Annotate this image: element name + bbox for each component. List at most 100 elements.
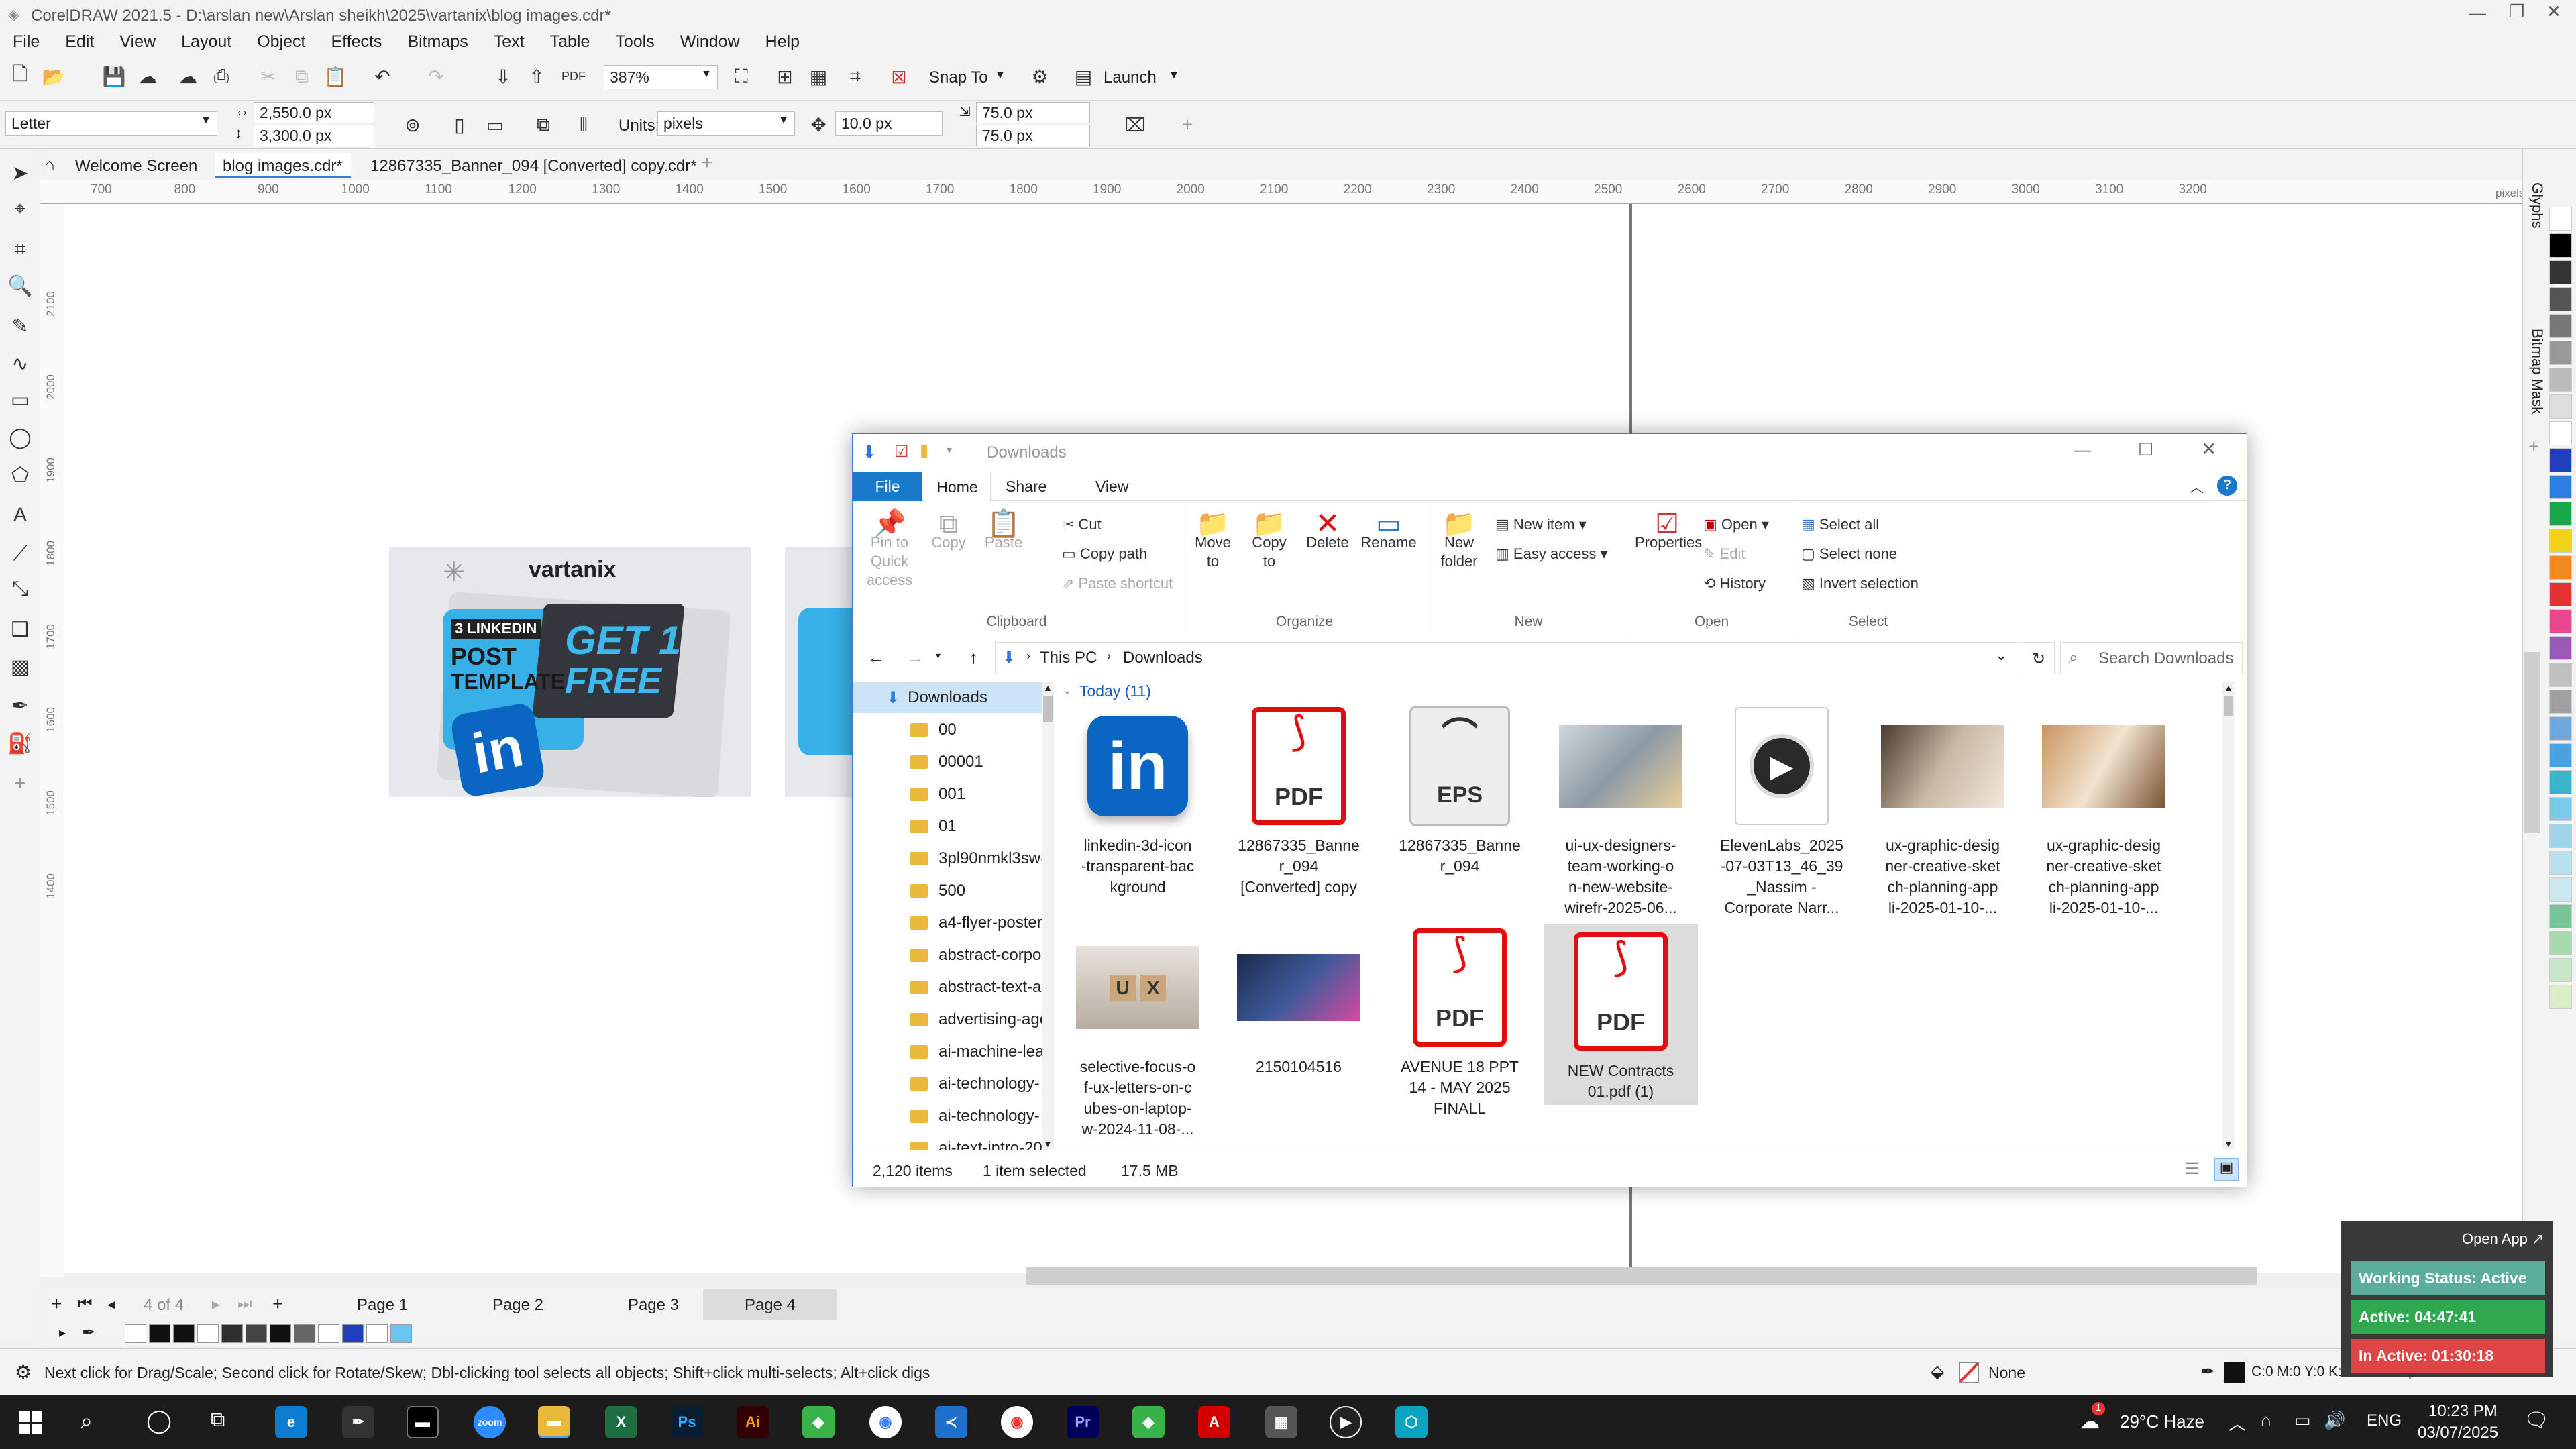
file-item[interactable]: U X selective-focus-o f-ux-letters-on-c ubes… xyxy=(1061,924,1215,1140)
eyedropper-icon[interactable]: ✒ xyxy=(7,692,34,719)
palette-swatch[interactable] xyxy=(2549,985,2572,1009)
menu-file[interactable]: File xyxy=(0,28,52,56)
bitmap-mask-docker-tab[interactable]: Bitmap Mask xyxy=(2528,329,2546,414)
add-docker-icon[interactable]: + xyxy=(2528,436,2539,458)
outline-color-swatch[interactable] xyxy=(2224,1362,2245,1383)
new-folder-quick-icon[interactable]: ▮ xyxy=(920,441,928,460)
up-arrow-icon[interactable]: ↑ xyxy=(969,647,978,668)
nav-folder-item[interactable]: 01 xyxy=(910,811,957,842)
vertical-scrollbar[interactable] xyxy=(2524,652,2540,833)
document-color-swatch[interactable] xyxy=(342,1324,364,1343)
document-color-swatch[interactable] xyxy=(294,1324,315,1343)
linkedin-template-design[interactable]: ✳ vartanix 3 LINKEDIN POST TEMPLATE GET … xyxy=(389,547,751,797)
menu-tools[interactable]: Tools xyxy=(602,28,667,56)
eyedropper-icon[interactable]: ✒ xyxy=(82,1323,95,1342)
weather-text[interactable]: 29°C Haze xyxy=(2120,1411,2204,1432)
explorer-maximize-icon[interactable]: ☐ xyxy=(2138,439,2153,460)
gear-icon[interactable]: ⚙ xyxy=(1026,63,1053,90)
properties-quick-icon[interactable]: ☑ xyxy=(894,442,909,462)
palette-swatch[interactable] xyxy=(2549,931,2572,955)
rectangle-tool-icon[interactable]: ▭ xyxy=(7,386,34,413)
save-icon[interactable]: 💾 xyxy=(101,63,127,90)
vscode-icon[interactable]: ≺ xyxy=(935,1406,967,1438)
palette-swatch[interactable] xyxy=(2549,341,2572,365)
shape-tool-icon[interactable]: ⌖ xyxy=(7,196,34,223)
page-tab-1[interactable]: Page 1 xyxy=(315,1296,449,1315)
page-size-select[interactable]: Letter ▼ xyxy=(5,111,217,136)
nav-downloads[interactable]: ⬇ Downloads xyxy=(853,682,1042,713)
corel-second-icon[interactable]: ◆ xyxy=(1132,1406,1165,1438)
copy-to-button[interactable]: 📁 Copy to xyxy=(1246,511,1293,571)
scroll-up-icon[interactable]: ▲ xyxy=(2222,682,2235,693)
palette-swatch[interactable] xyxy=(2549,314,2572,338)
units-select[interactable]: pixels ▼ xyxy=(657,111,795,136)
document-color-swatch[interactable] xyxy=(390,1324,412,1343)
file-item[interactable]: ⟆ PDF 12867335_Banne r_094 [Converted] copy xyxy=(1222,702,1376,898)
nav-folder-item[interactable]: ai-technology- xyxy=(910,1101,1040,1132)
scroll-up-icon[interactable]: ▲ xyxy=(1042,682,1053,693)
chevron-down-icon[interactable]: ▼ xyxy=(201,115,211,127)
cortana-icon[interactable]: ◯ xyxy=(146,1407,172,1434)
large-icons-view-icon[interactable]: ▣ xyxy=(2214,1158,2239,1181)
edit-button[interactable]: ✎ Edit xyxy=(1703,545,1745,563)
palette-swatch[interactable] xyxy=(2549,797,2572,821)
nav-folder-item[interactable]: ai-technology- xyxy=(910,1069,1040,1099)
palette-swatch[interactable] xyxy=(2549,904,2572,928)
details-view-icon[interactable]: ☰ xyxy=(2185,1159,2200,1179)
chrome-profile-icon[interactable]: ◉ xyxy=(1001,1406,1033,1438)
document-color-swatch[interactable] xyxy=(221,1324,243,1343)
nav-scroll-thumb[interactable] xyxy=(1043,696,1053,722)
palette-swatch[interactable] xyxy=(2549,421,2572,445)
palette-swatch[interactable] xyxy=(2549,368,2572,392)
palette-swatch[interactable] xyxy=(2549,958,2572,982)
document-color-swatch[interactable] xyxy=(246,1324,267,1343)
menu-edit[interactable]: Edit xyxy=(52,28,107,56)
menu-view[interactable]: View xyxy=(107,28,168,56)
nav-folder-item[interactable]: a4-flyer-poster xyxy=(910,908,1042,938)
scroll-down-icon[interactable]: ▼ xyxy=(2224,1138,2233,1149)
add-icon[interactable]: + xyxy=(1174,111,1201,138)
files-scroll-thumb[interactable] xyxy=(2224,696,2233,716)
new-folder-button[interactable]: 📁 New folder xyxy=(1435,511,1483,571)
landscape-icon[interactable]: ▭ xyxy=(482,111,508,138)
horizontal-scrollbar[interactable] xyxy=(1026,1267,2257,1285)
menu-window[interactable]: Window xyxy=(667,28,753,56)
nav-folder-item[interactable]: advertising-age xyxy=(910,1004,1049,1035)
collapse-ribbon-icon[interactable]: ︿ xyxy=(2189,476,2204,497)
nav-folder-item[interactable]: 001 xyxy=(910,779,965,810)
refresh-icon[interactable]: ↻ xyxy=(2023,642,2055,674)
rename-button[interactable]: ▭ Rename xyxy=(1358,511,1419,552)
properties-button[interactable]: ☑ Properties xyxy=(1635,511,1702,552)
page-tab-3[interactable]: Page 3 xyxy=(586,1296,720,1315)
fill-icon[interactable]: ⬙ xyxy=(1931,1361,1944,1382)
snap-icon[interactable]: ⊠ xyxy=(885,63,912,90)
acrobat-icon[interactable]: A xyxy=(1198,1406,1230,1438)
palette-swatch[interactable] xyxy=(2549,663,2572,687)
zoom-level-field[interactable]: 387% ▼ xyxy=(604,65,718,89)
current-page-icon[interactable]: ⫴ xyxy=(570,111,597,138)
connector-tool-icon[interactable]: ⤡ xyxy=(7,576,34,602)
menu-layout[interactable]: Layout xyxy=(168,28,244,56)
chevron-down-icon[interactable]: ▼ xyxy=(701,68,712,80)
add-page-before-icon[interactable]: + xyxy=(51,1293,62,1315)
import-icon[interactable]: ⇩ xyxy=(490,63,517,90)
fill-tool-icon[interactable]: ⛽ xyxy=(7,730,34,757)
zoom-icon[interactable]: zoom xyxy=(474,1406,506,1438)
chevron-down-icon[interactable]: ▼ xyxy=(778,115,789,127)
horizontal-ruler[interactable]: 700 800 900 1000 1100 1200 1300 1400 1500 1600 170… xyxy=(40,180,2524,204)
new-tab-icon[interactable]: + xyxy=(701,152,713,174)
menu-help[interactable]: Help xyxy=(753,28,812,56)
text-tool-icon[interactable]: A xyxy=(7,502,34,529)
duplicate-x-field[interactable]: 75.0 px xyxy=(976,102,1090,123)
file-item[interactable]: ⟆ PDF AVENUE 18 PPT 14 - MAY 2025 FINALL xyxy=(1383,924,1537,1119)
copy-path-button[interactable]: ▭ Copy path xyxy=(1062,545,1147,563)
add-page-after-icon[interactable]: + xyxy=(272,1293,283,1315)
palette-swatch[interactable] xyxy=(2549,743,2572,767)
export-icon[interactable]: ⇧ xyxy=(523,63,550,90)
minimize-icon[interactable]: — xyxy=(2469,3,2486,23)
tab-file[interactable]: File xyxy=(853,472,922,501)
maximize-icon[interactable]: ❐ xyxy=(2509,1,2524,22)
nav-folder-item[interactable]: 00001 xyxy=(910,747,983,777)
chevron-down-icon[interactable]: ▼ xyxy=(995,70,1006,82)
paste-button[interactable]: 📋 Paste xyxy=(980,511,1027,552)
